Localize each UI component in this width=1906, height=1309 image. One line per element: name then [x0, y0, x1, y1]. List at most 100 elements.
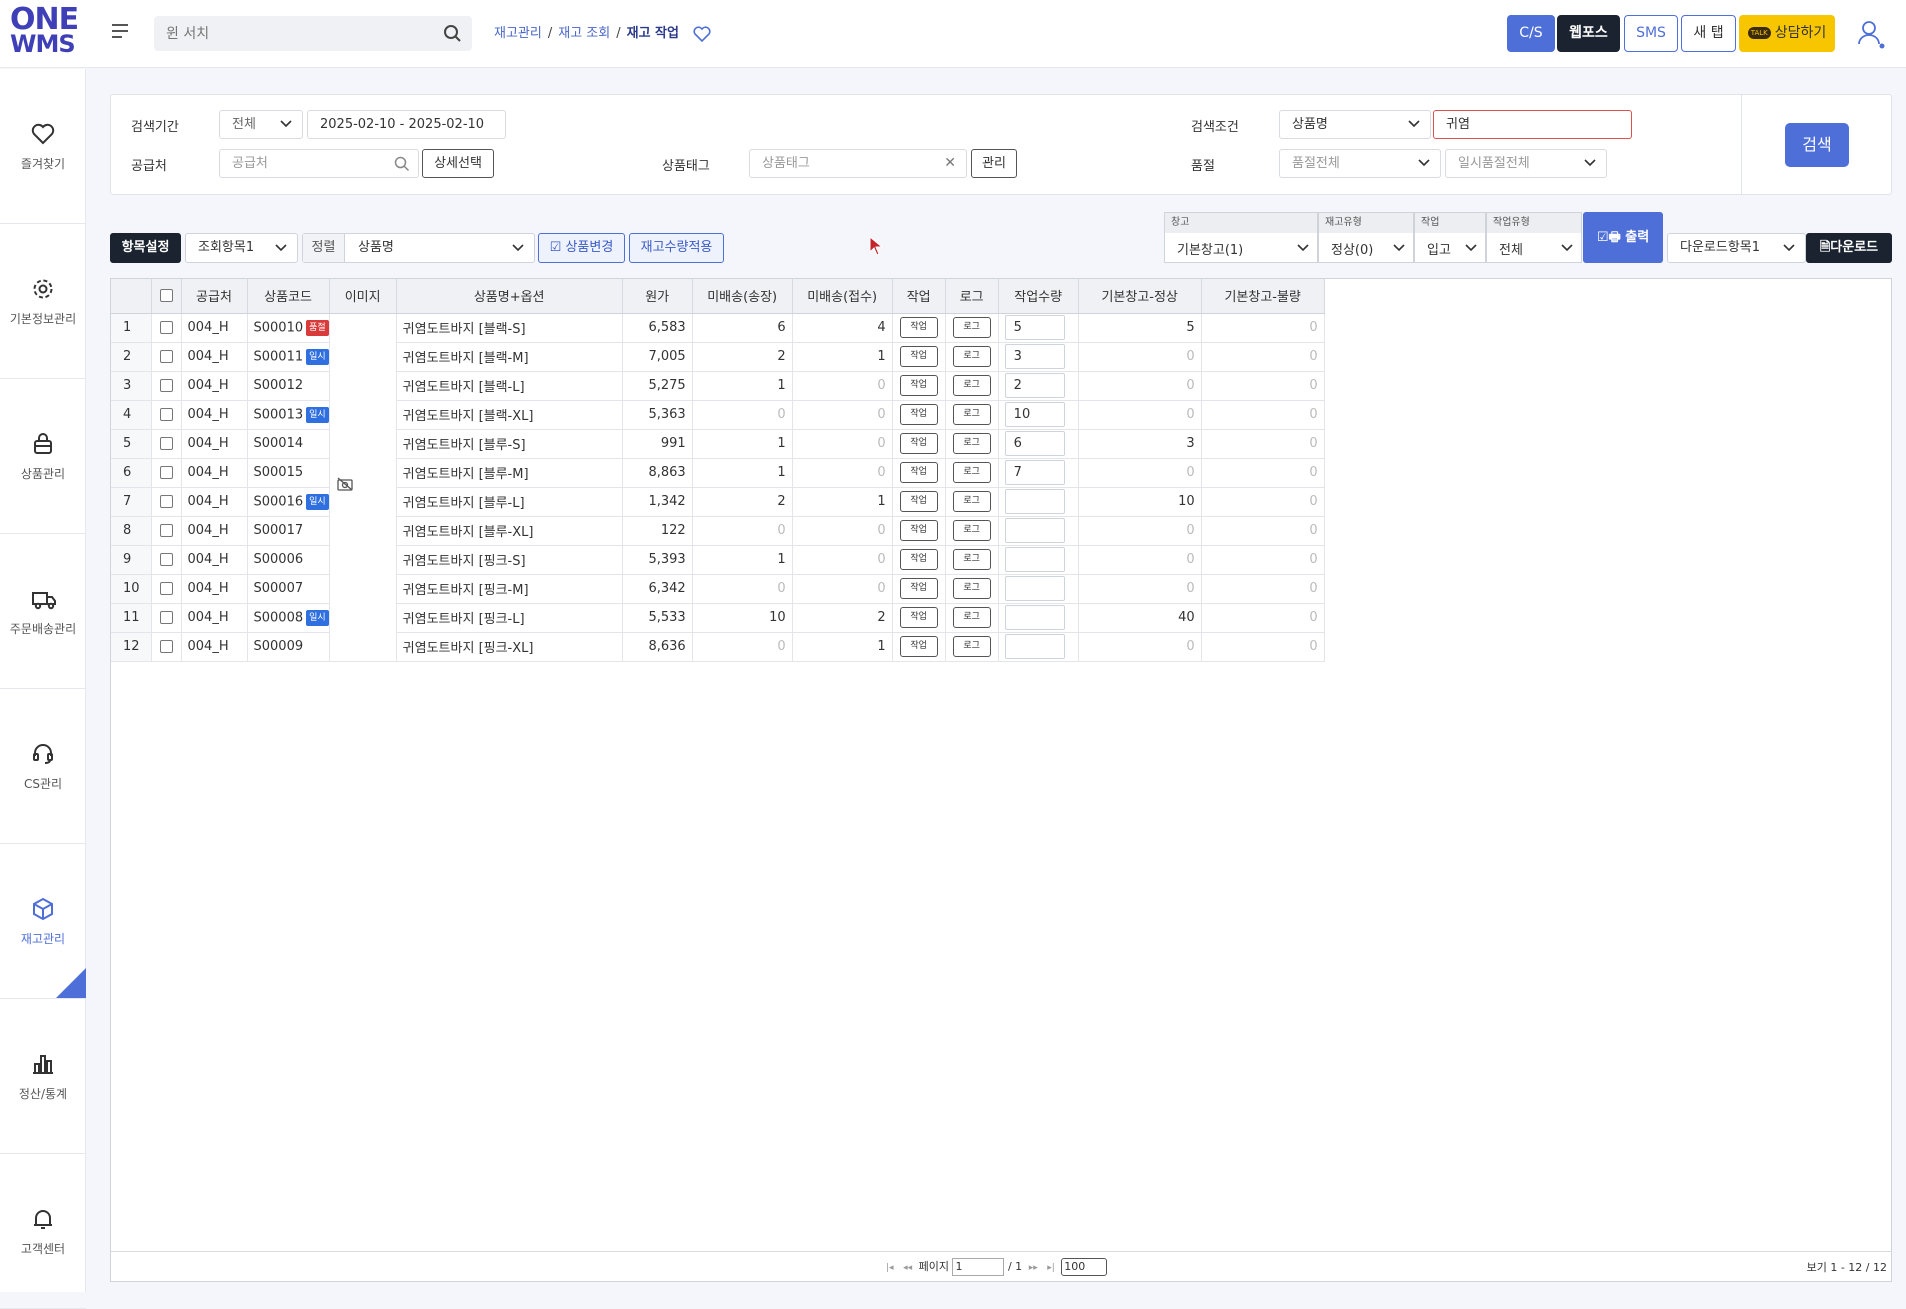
condition-value-input[interactable]: 귀염 — [1433, 110, 1632, 139]
search-icon[interactable] — [443, 24, 462, 43]
apply-stock-button[interactable]: 재고수량적용 — [629, 233, 724, 263]
product-code[interactable]: S00011 — [254, 349, 304, 364]
warehouse-select[interactable]: 창고 기본창고(1) — [1164, 212, 1318, 263]
soldout-select[interactable]: 품절전체 — [1279, 149, 1441, 178]
sidebar-item-favorites[interactable]: 즐겨찾기 — [0, 69, 86, 224]
first-page-icon[interactable]: |◂ — [886, 1263, 894, 1273]
page-input[interactable]: 1 — [952, 1258, 1005, 1276]
work-button[interactable]: 작업 — [899, 346, 938, 367]
log-button[interactable]: 로그 — [952, 375, 991, 396]
row-checkbox[interactable] — [159, 640, 173, 653]
sidebar-item-orders[interactable]: 주문배송관리 — [0, 534, 86, 689]
clear-icon[interactable]: ✕ — [944, 150, 956, 177]
new-tab-button[interactable]: 새 탭 — [1681, 15, 1736, 52]
product-code[interactable]: S00015 — [254, 465, 304, 480]
work-button[interactable]: 작업 — [899, 607, 938, 628]
column-header[interactable]: 기본창고-불량 — [1201, 279, 1325, 314]
column-header[interactable]: 상품명+옵션 — [396, 279, 623, 314]
work-qty-input[interactable]: 5 — [1004, 315, 1065, 340]
favorite-heart-icon[interactable] — [693, 25, 711, 42]
product-name-cell[interactable]: 귀염도트바지 [블루-M] — [396, 458, 623, 488]
condition-select[interactable]: 상품명 — [1279, 110, 1431, 139]
tag-manage-button[interactable]: 관리 — [971, 149, 1017, 178]
work-button[interactable]: 작업 — [899, 375, 938, 396]
product-code[interactable]: S00012 — [254, 378, 304, 393]
next-page-icon[interactable]: ▸▸ — [1029, 1263, 1038, 1273]
work-qty-input[interactable] — [1004, 576, 1065, 601]
work-qty-input[interactable]: 2 — [1004, 373, 1065, 398]
global-search-input[interactable] — [154, 16, 424, 51]
product-code[interactable]: S00008 — [254, 610, 304, 625]
log-button[interactable]: 로그 — [952, 433, 991, 454]
product-name-cell[interactable]: 귀염도트바지 [핑크-S] — [396, 545, 623, 575]
log-button[interactable]: 로그 — [952, 346, 991, 367]
row-checkbox[interactable] — [159, 437, 173, 450]
cs-button[interactable]: C/S — [1507, 15, 1555, 52]
product-code[interactable]: S00016 — [254, 494, 304, 509]
product-code[interactable]: S00017 — [254, 523, 304, 538]
sidebar-item-basic-info[interactable]: 기본정보관리 — [0, 224, 86, 379]
consult-button[interactable]: TALK 상담하기 — [1739, 15, 1835, 52]
webforce-button[interactable]: 웹포스 — [1557, 15, 1620, 52]
work-button[interactable]: 작업 — [899, 317, 938, 338]
work-qty-input[interactable]: 7 — [1004, 460, 1065, 485]
user-icon[interactable] — [1856, 18, 1886, 50]
search-button[interactable]: 검색 — [1785, 123, 1849, 167]
log-button[interactable]: 로그 — [952, 636, 991, 657]
product-code[interactable]: S00013 — [254, 407, 304, 422]
product-change-button[interactable]: ☑ 상품변경 — [538, 233, 625, 263]
last-page-icon[interactable]: ▸| — [1047, 1263, 1055, 1273]
column-header[interactable]: 이미지 — [329, 279, 397, 314]
item-setting-button[interactable]: 항목설정 — [110, 233, 181, 263]
work-button[interactable]: 작업 — [899, 578, 938, 599]
table-row[interactable]: 5 004_H S00014 귀염도트바지 [블루-S] 991 1 0 작업 로그 6 3 0 — [111, 429, 1325, 459]
column-header[interactable]: 작업 — [892, 279, 946, 314]
log-button[interactable]: 로그 — [952, 520, 991, 541]
row-checkbox[interactable] — [159, 495, 173, 508]
row-checkbox[interactable] — [159, 524, 173, 537]
select-all-checkbox[interactable] — [159, 289, 173, 303]
work-qty-input[interactable]: 10 — [1004, 402, 1065, 427]
work-qty-input[interactable]: 6 — [1004, 431, 1065, 456]
column-header[interactable]: 로그 — [945, 279, 999, 314]
print-button[interactable]: ☑🖶 출력 — [1583, 212, 1663, 263]
sms-button[interactable]: SMS — [1624, 15, 1678, 52]
work-qty-input[interactable] — [1004, 547, 1065, 572]
stock-type-select[interactable]: 재고유형 정상(0) — [1318, 212, 1414, 263]
work-button[interactable]: 작업 — [899, 491, 938, 512]
download-button[interactable]: 🗎다운로드 — [1806, 233, 1892, 263]
table-row[interactable]: 11 004_H S00008 일시 귀염도트바지 [핑크-L] 5,533 10 2 작업 로그… — [111, 603, 1325, 633]
sidebar-item-products[interactable]: 상품관리 — [0, 379, 86, 534]
work-qty-input[interactable] — [1004, 489, 1065, 514]
log-button[interactable]: 로그 — [952, 317, 991, 338]
breadcrumb-item[interactable]: 재고 조회 — [558, 26, 610, 41]
tag-input[interactable]: 상품태그 ✕ — [749, 149, 967, 178]
row-checkbox[interactable] — [159, 553, 173, 566]
table-row[interactable]: 10 004_H S00007 귀염도트바지 [핑크-M] 6,342 0 0 작업 로그 0 0 — [111, 574, 1325, 604]
sort-select[interactable]: 정렬 상품명 — [302, 233, 535, 263]
work-qty-input[interactable] — [1004, 634, 1065, 659]
download-item-select[interactable]: 다운로드항목1 — [1667, 233, 1806, 263]
column-header[interactable]: 기본창고-정상 — [1078, 279, 1202, 314]
temp-soldout-select[interactable]: 일시품절전체 — [1445, 149, 1607, 178]
work-qty-input[interactable]: 3 — [1004, 344, 1065, 369]
product-code[interactable]: S00009 — [254, 639, 304, 654]
prev-page-icon[interactable]: ◂◂ — [903, 1263, 912, 1273]
column-header[interactable]: 미배송(송장) — [692, 279, 793, 314]
product-code[interactable]: S00014 — [254, 436, 304, 451]
sidebar-item-inventory[interactable]: 재고관리 — [0, 844, 86, 999]
log-button[interactable]: 로그 — [952, 607, 991, 628]
period-range-input[interactable]: 2025-02-10 - 2025-02-10 — [307, 110, 506, 139]
column-header[interactable]: 미배송(접수) — [792, 279, 893, 314]
work-qty-input[interactable] — [1004, 605, 1065, 630]
row-checkbox[interactable] — [159, 321, 173, 334]
product-name-cell[interactable]: 귀염도트바지 [핑크-XL] — [396, 632, 623, 662]
log-button[interactable]: 로그 — [952, 491, 991, 512]
product-name-cell[interactable]: 귀염도트바지 [블루-L] — [396, 487, 623, 517]
product-name-cell[interactable]: 귀염도트바지 [블랙-M] — [396, 342, 623, 372]
work-button[interactable]: 작업 — [899, 636, 938, 657]
product-name-cell[interactable]: 귀염도트바지 [핑크-L] — [396, 603, 623, 633]
product-code[interactable]: S00006 — [254, 552, 304, 567]
table-row[interactable]: 2 004_H S00011 일시 귀염도트바지 [블랙-M] 7,005 2 1 작업 로그 3 0… — [111, 342, 1325, 372]
table-row[interactable]: 1 004_H S00010 품절 귀염도트바지 [블랙-S] 6,583 6 4 작업 로그 5 5… — [111, 313, 1325, 662]
